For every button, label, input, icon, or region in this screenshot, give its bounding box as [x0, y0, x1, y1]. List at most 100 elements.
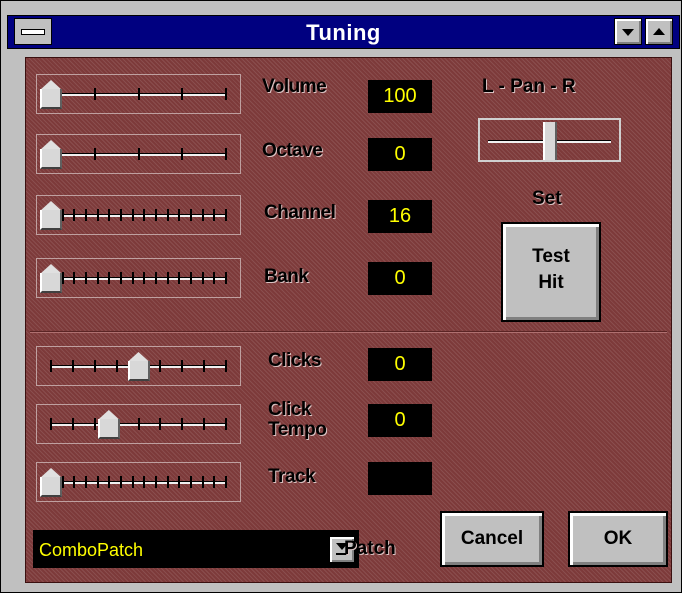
slider-tick — [131, 272, 134, 284]
slider-tick — [71, 360, 74, 372]
slider-tick — [73, 476, 76, 488]
test-hit-button[interactable]: Test Hit — [501, 222, 601, 322]
slider-thumb[interactable] — [40, 140, 62, 170]
bank-value: 0 — [368, 262, 432, 295]
slider-thumb[interactable] — [40, 80, 62, 110]
slider-thumb[interactable] — [40, 468, 62, 498]
slider-thumb-body — [127, 361, 150, 381]
slider-tick — [225, 272, 227, 284]
octave-label: Octave — [262, 140, 323, 161]
pan-label: L - Pan - R — [482, 76, 576, 97]
slider-tick — [181, 360, 184, 372]
maximize-button[interactable] — [645, 18, 673, 45]
clicks-slider[interactable] — [36, 346, 241, 386]
patch-select[interactable]: ComboPatch — [33, 530, 359, 568]
patch-label: Patch — [344, 538, 396, 559]
slider-tick — [201, 209, 204, 221]
slider-tick — [50, 360, 52, 372]
slider-tick — [225, 148, 227, 160]
slider-tick — [93, 360, 96, 372]
slider-tick — [71, 418, 74, 430]
slider-tick — [213, 272, 216, 284]
slider-thumb[interactable] — [40, 264, 62, 294]
dialog-client-area: Volume 100 Octave 0 Channel 16 Bank 0 Cl… — [25, 57, 672, 583]
volume-slider[interactable] — [36, 74, 241, 114]
clicks-value: 0 — [368, 348, 432, 381]
slider-thumb-body — [40, 210, 62, 230]
slider-tick — [225, 88, 227, 100]
slider-thumb-body — [40, 477, 62, 497]
cancel-button[interactable]: Cancel — [440, 511, 544, 567]
pan-slider[interactable] — [478, 118, 621, 162]
slider-tick — [115, 360, 118, 372]
slider-thumb[interactable] — [97, 410, 120, 440]
slider-tick — [166, 209, 169, 221]
tuning-window: Tuning Volume 100 Octave 0 Channel 16 Ba… — [0, 0, 682, 593]
slider-tick — [143, 209, 146, 221]
slider-tick — [225, 360, 227, 372]
slider-tick — [166, 476, 169, 488]
bank-slider[interactable] — [36, 258, 241, 298]
channel-slider[interactable] — [36, 195, 241, 235]
slider-thumb-body — [40, 149, 62, 169]
slider-tick — [96, 476, 99, 488]
window-title: Tuning — [306, 20, 381, 45]
bank-label: Bank — [264, 266, 309, 287]
chevron-down-icon — [622, 29, 634, 36]
slider-thumb[interactable] — [127, 352, 150, 382]
slider-tick — [85, 209, 87, 221]
slider-tick — [93, 418, 96, 430]
slider-tick — [225, 418, 227, 430]
slider-tick — [155, 272, 157, 284]
slider-tick — [201, 272, 204, 284]
minimize-button[interactable] — [614, 18, 642, 45]
clicks-label: Clicks — [268, 350, 321, 371]
title-bar[interactable]: Tuning — [7, 15, 680, 49]
slider-tick — [201, 476, 204, 488]
volume-value: 100 — [368, 80, 432, 113]
slider-tick — [159, 360, 162, 372]
click-tempo-slider[interactable] — [36, 404, 241, 444]
pan-slider-thumb[interactable] — [542, 122, 557, 160]
system-menu-icon — [21, 29, 45, 35]
slider-tick — [181, 88, 184, 100]
slider-rail — [51, 481, 226, 484]
slider-tick — [108, 272, 111, 284]
system-menu-button[interactable] — [14, 18, 52, 45]
slider-tick — [178, 209, 181, 221]
slider-tick — [155, 476, 157, 488]
channel-value: 16 — [368, 200, 432, 233]
slider-thumb-body — [97, 419, 120, 439]
slider-tick — [159, 418, 162, 430]
slider-tick — [120, 272, 122, 284]
slider-thumb-body — [40, 273, 62, 293]
slider-tick — [203, 360, 206, 372]
slider-tick — [178, 272, 181, 284]
slider-tick — [137, 88, 140, 100]
ok-button[interactable]: OK — [568, 511, 668, 567]
slider-tick — [96, 209, 99, 221]
slider-tick — [50, 418, 52, 430]
slider-tick — [73, 272, 76, 284]
slider-tick — [181, 418, 184, 430]
slider-tick — [190, 476, 192, 488]
click-tempo-value: 0 — [368, 404, 432, 437]
slider-tick — [93, 88, 96, 100]
slider-thumb-body — [40, 89, 62, 109]
track-slider[interactable] — [36, 462, 241, 502]
slider-tick — [143, 476, 146, 488]
slider-tick — [203, 418, 206, 430]
channel-label: Channel — [264, 202, 336, 223]
slider-tick — [120, 476, 122, 488]
slider-tick — [143, 272, 146, 284]
slider-tick — [213, 209, 216, 221]
slider-tick — [190, 272, 192, 284]
slider-tick — [131, 476, 134, 488]
slider-rail — [51, 277, 226, 280]
octave-slider[interactable] — [36, 134, 241, 174]
octave-value: 0 — [368, 138, 432, 171]
track-label: Track — [268, 466, 316, 487]
slider-tick — [137, 418, 140, 430]
slider-thumb[interactable] — [40, 201, 62, 231]
slider-tick — [225, 476, 227, 488]
